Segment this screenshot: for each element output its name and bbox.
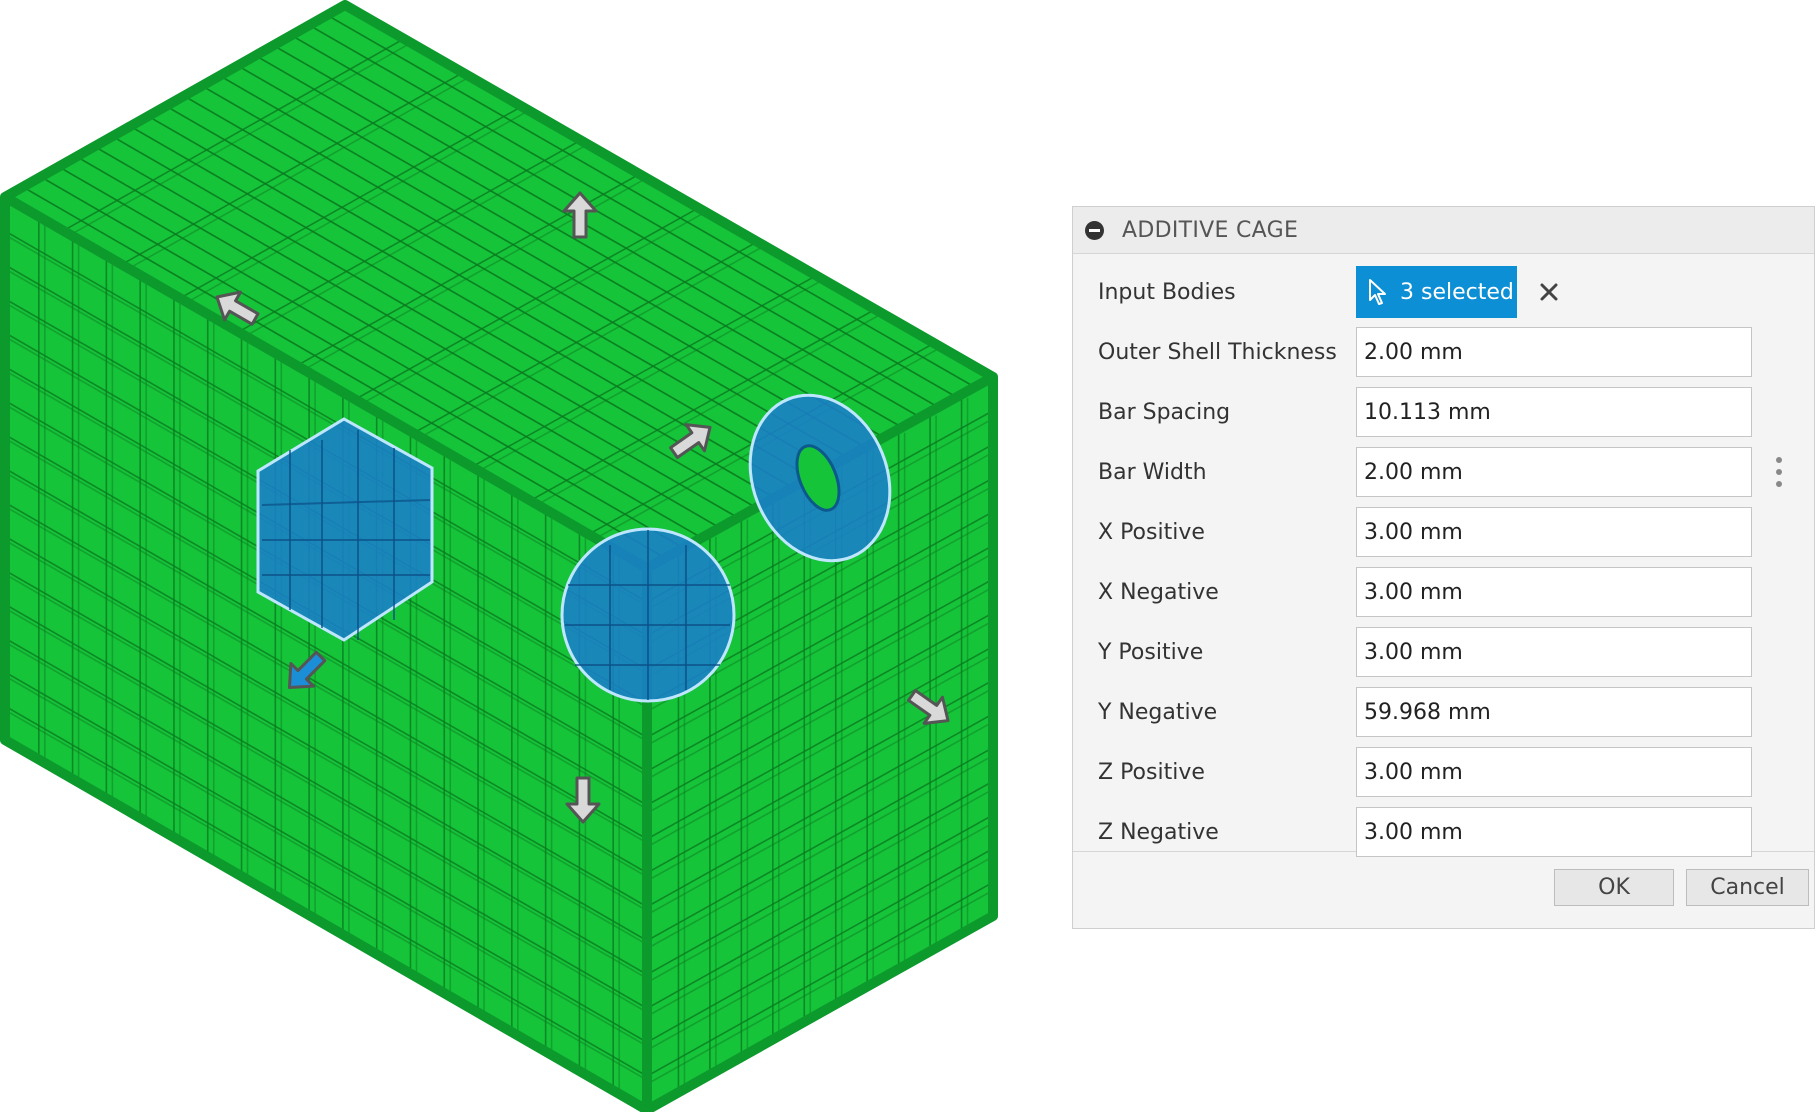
input-bodies-selection-button[interactable]: 3 selected [1356,266,1517,318]
dialog-header: ADDITIVE CAGE [1073,207,1814,254]
field-row: Y Positive [1073,622,1814,682]
field-row: Z Positive [1073,742,1814,802]
additive-cage-model[interactable] [0,0,1000,1112]
field-row: Bar Width [1073,442,1814,502]
field-label: Bar Width [1098,459,1207,485]
field-label: Outer Shell Thickness [1098,339,1337,365]
y-positive-input[interactable] [1356,627,1752,677]
bar-spacing-input[interactable] [1356,387,1752,437]
dialog-footer: OK Cancel [1073,852,1814,928]
dialog-body: Input Bodies 3 selected Outer Shell Thic… [1073,254,1814,857]
selection-count: 3 selected [1400,279,1514,305]
field-label: Bar Spacing [1098,399,1231,425]
input-bodies-label: Input Bodies [1098,279,1236,305]
field-label: Y Positive [1098,639,1204,665]
field-label: Z Positive [1098,759,1205,785]
field-row: Outer Shell Thickness [1073,322,1814,382]
x-positive-input[interactable] [1356,507,1752,557]
field-row: Bar Spacing [1073,382,1814,442]
outer-shell-thickness-input[interactable] [1356,327,1752,377]
field-label: Z Negative [1098,819,1219,845]
more-options-icon[interactable] [1775,457,1783,487]
field-row: X Negative [1073,562,1814,622]
cursor-arrow-icon [1369,279,1386,305]
bar-width-input[interactable] [1356,447,1752,497]
field-row: Y Negative [1073,682,1814,742]
field-row: X Positive [1073,502,1814,562]
additive-cage-dialog: ADDITIVE CAGE Input Bodies 3 selected Ou… [1072,206,1815,929]
cancel-button[interactable]: Cancel [1686,869,1809,906]
z-positive-input[interactable] [1356,747,1752,797]
ok-button[interactable]: OK [1554,869,1674,906]
x-negative-input[interactable] [1356,567,1752,617]
field-label: X Negative [1098,579,1219,605]
y-negative-input[interactable] [1356,687,1752,737]
dialog-title: ADDITIVE CAGE [1122,217,1299,243]
z-negative-input[interactable] [1356,807,1752,857]
clear-selection-icon[interactable] [1539,282,1559,302]
field-label: Y Negative [1098,699,1218,725]
collapse-icon[interactable] [1085,220,1104,240]
input-bodies-row: Input Bodies 3 selected [1073,262,1814,322]
field-label: X Positive [1098,519,1205,545]
3d-viewport[interactable] [0,0,1000,1112]
